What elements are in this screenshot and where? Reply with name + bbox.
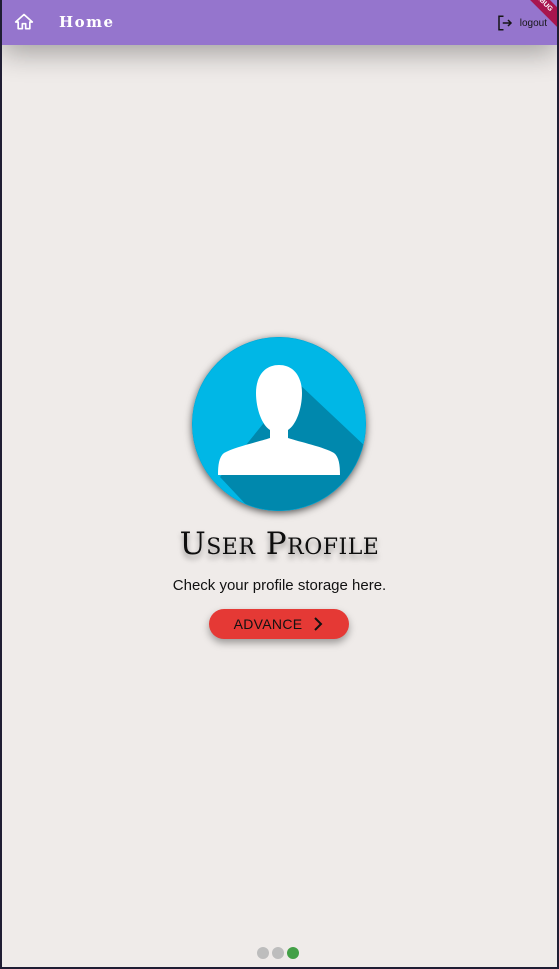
logout-icon bbox=[498, 15, 512, 31]
home-icon bbox=[14, 13, 34, 30]
app-screen: Home logout DEBUG User Profile Check you… bbox=[2, 0, 557, 967]
home-button[interactable] bbox=[14, 12, 34, 32]
page-dot[interactable] bbox=[257, 947, 269, 959]
logout-button[interactable]: logout bbox=[496, 13, 547, 33]
profile-title: User Profile bbox=[2, 526, 557, 562]
main-content: User Profile Check your profile storage … bbox=[2, 45, 557, 967]
profile-avatar bbox=[192, 337, 366, 511]
profile-title-text: User Profile bbox=[179, 526, 380, 562]
page-dot[interactable] bbox=[272, 947, 284, 959]
app-bar: Home logout DEBUG bbox=[2, 0, 557, 45]
advance-button[interactable]: ADVANCE bbox=[209, 609, 349, 639]
chevron-right-icon bbox=[314, 617, 323, 631]
app-title: Home bbox=[59, 13, 115, 31]
profile-description: Check your profile storage here. bbox=[172, 577, 387, 594]
advance-label: ADVANCE bbox=[233, 616, 303, 632]
logout-label: logout bbox=[519, 17, 547, 29]
page-dot-active[interactable] bbox=[287, 947, 299, 959]
page-indicator bbox=[257, 947, 299, 959]
user-silhouette-icon bbox=[192, 337, 366, 511]
